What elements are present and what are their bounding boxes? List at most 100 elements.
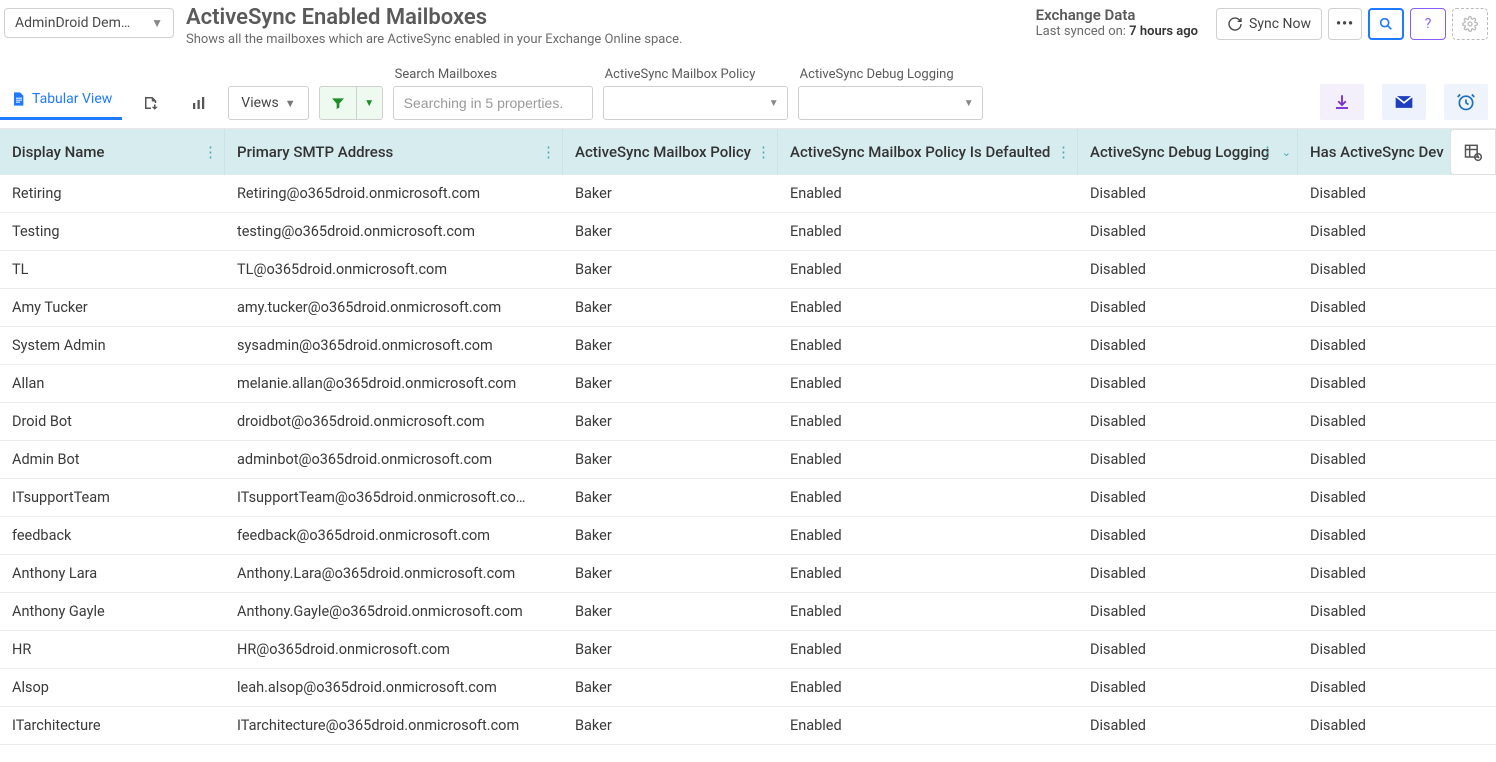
sync-sub: Last synced on: 7 hours ago — [1036, 24, 1198, 39]
gear-icon — [1462, 16, 1478, 32]
policy-select[interactable]: ▼ — [603, 86, 788, 120]
cell-defaulted: Enabled — [778, 365, 1078, 402]
table-row[interactable]: Droid Botdroidbot@o365droid.onmicrosoft.… — [0, 403, 1496, 441]
column-menu-icon[interactable]: ⋮ — [756, 143, 771, 161]
cell-debug: Disabled — [1078, 365, 1298, 402]
table-row[interactable]: Allanmelanie.allan@o365droid.onmicrosoft… — [0, 365, 1496, 403]
debug-select[interactable]: ▼ — [798, 86, 983, 120]
sync-now-button[interactable]: Sync Now — [1216, 8, 1322, 40]
download-icon — [1333, 93, 1351, 111]
cell-debug: Disabled — [1078, 251, 1298, 288]
table-header: Display Name⋮ Primary SMTP Address ⋮ Acti… — [0, 129, 1496, 175]
table-row[interactable]: TLTL@o365droid.onmicrosoft.comBakerEnabl… — [0, 251, 1496, 289]
header-actions: Sync Now ••• ? — [1216, 8, 1488, 40]
cell-defaulted: Enabled — [778, 403, 1078, 440]
sort-icon[interactable]: ⌄ — [1282, 146, 1291, 159]
search-toggle-button[interactable] — [1368, 8, 1404, 40]
settings-button[interactable] — [1452, 8, 1488, 40]
cell-defaulted: Enabled — [778, 669, 1078, 706]
cell-display-name: ITarchitecture — [0, 707, 225, 744]
cell-debug: Disabled — [1078, 441, 1298, 478]
cell-has-device: Disabled — [1298, 251, 1496, 288]
filter-dropdown-button[interactable]: ▼ — [357, 86, 383, 120]
column-menu-icon[interactable]: ⋮ — [1260, 143, 1275, 161]
cell-debug: Disabled — [1078, 213, 1298, 250]
table-gear-icon — [1463, 142, 1483, 162]
email-button[interactable] — [1382, 84, 1426, 120]
col-smtp[interactable]: Primary SMTP Address ⋮ — [225, 129, 563, 175]
cell-policy: Baker — [563, 175, 778, 212]
cell-has-device: Disabled — [1298, 327, 1496, 364]
caret-down-icon: ▼ — [769, 98, 779, 109]
views-dropdown[interactable]: Views ▼ — [228, 86, 308, 120]
cell-defaulted: Enabled — [778, 441, 1078, 478]
cell-policy: Baker — [563, 707, 778, 744]
cell-policy: Baker — [563, 479, 778, 516]
help-button[interactable]: ? — [1410, 8, 1446, 40]
cell-has-device: Disabled — [1298, 593, 1496, 630]
cell-debug: Disabled — [1078, 289, 1298, 326]
tenant-label: AdminDroid Dem… — [15, 15, 130, 31]
filter-button[interactable] — [319, 86, 357, 120]
cell-display-name: Anthony Lara — [0, 555, 225, 592]
cell-smtp: amy.tucker@o365droid.onmicrosoft.com — [225, 289, 563, 326]
column-menu-icon[interactable]: ⋮ — [541, 143, 556, 161]
cell-debug: Disabled — [1078, 631, 1298, 668]
sync-info: Exchange Data Last synced on: 7 hours ag… — [1036, 6, 1198, 39]
table-row[interactable]: Testingtesting@o365droid.onmicrosoft.com… — [0, 213, 1496, 251]
chart-button[interactable] — [180, 86, 218, 120]
debug-field: ActiveSync Debug Logging ▼ — [798, 67, 983, 120]
schedule-button[interactable] — [1444, 84, 1488, 120]
download-button[interactable] — [1320, 84, 1364, 120]
table-row[interactable]: Amy Tuckeramy.tucker@o365droid.onmicroso… — [0, 289, 1496, 327]
cell-has-device: Disabled — [1298, 517, 1496, 554]
col-defaulted[interactable]: ActiveSync Mailbox Policy Is Defaulted⋮ — [778, 129, 1078, 175]
cell-smtp: Anthony.Lara@o365droid.onmicrosoft.com — [225, 555, 563, 592]
tenant-dropdown[interactable]: AdminDroid Dem… ▼ — [4, 8, 174, 38]
table-row[interactable]: ITarchitectureITarchitecture@o365droid.o… — [0, 707, 1496, 745]
cell-has-device: Disabled — [1298, 403, 1496, 440]
sync-title: Exchange Data — [1036, 6, 1136, 24]
filter-icon — [330, 95, 346, 111]
cell-has-device: Disabled — [1298, 631, 1496, 668]
cell-policy: Baker — [563, 403, 778, 440]
export-button[interactable] — [132, 86, 170, 120]
table-row[interactable]: System Adminsysadmin@o365droid.onmicroso… — [0, 327, 1496, 365]
tab-tabular-view[interactable]: Tabular View — [0, 83, 122, 120]
more-button[interactable]: ••• — [1328, 8, 1362, 40]
table-row[interactable]: RetiringRetiring@o365droid.onmicrosoft.c… — [0, 175, 1496, 213]
table-row[interactable]: Alsopleah.alsop@o365droid.onmicrosoft.co… — [0, 669, 1496, 707]
table-row[interactable]: ITsupportTeamITsupportTeam@o365droid.onm… — [0, 479, 1496, 517]
cell-display-name: System Admin — [0, 327, 225, 364]
cell-debug: Disabled — [1078, 555, 1298, 592]
cell-has-device: Disabled — [1298, 669, 1496, 706]
policy-label: ActiveSync Mailbox Policy — [603, 67, 788, 82]
search-input[interactable] — [393, 86, 593, 120]
col-display-name[interactable]: Display Name⋮ — [0, 129, 225, 175]
column-menu-icon[interactable]: ⋮ — [1056, 143, 1071, 161]
cell-smtp: adminbot@o365droid.onmicrosoft.com — [225, 441, 563, 478]
column-settings-button[interactable] — [1450, 129, 1496, 175]
table-row[interactable]: feedbackfeedback@o365droid.onmicrosoft.c… — [0, 517, 1496, 555]
cell-policy: Baker — [563, 631, 778, 668]
cell-smtp: melanie.allan@o365droid.onmicrosoft.com — [225, 365, 563, 402]
col-debug[interactable]: ActiveSync Debug Logging⋮⌄ — [1078, 129, 1298, 175]
table-row[interactable]: Admin Botadminbot@o365droid.onmicrosoft.… — [0, 441, 1496, 479]
cell-defaulted: Enabled — [778, 707, 1078, 744]
col-label: Primary SMTP Address — [237, 143, 393, 161]
cell-display-name: TL — [0, 251, 225, 288]
cell-smtp: ITsupportTeam@o365droid.onmicrosoft.co… — [225, 479, 563, 516]
cell-debug: Disabled — [1078, 175, 1298, 212]
cell-debug: Disabled — [1078, 327, 1298, 364]
table-row[interactable]: HRHR@o365droid.onmicrosoft.comBakerEnabl… — [0, 631, 1496, 669]
table-row[interactable]: Anthony GayleAnthony.Gayle@o365droid.onm… — [0, 593, 1496, 631]
cell-display-name: Allan — [0, 365, 225, 402]
cell-smtp: sysadmin@o365droid.onmicrosoft.com — [225, 327, 563, 364]
table-row[interactable]: Anthony LaraAnthony.Lara@o365droid.onmic… — [0, 555, 1496, 593]
export-icon — [142, 94, 160, 112]
col-policy[interactable]: ActiveSync Mailbox Policy⋮ — [563, 129, 778, 175]
cell-display-name: HR — [0, 631, 225, 668]
top-header: AdminDroid Dem… ▼ ActiveSync Enabled Mai… — [0, 0, 1496, 47]
column-menu-icon[interactable]: ⋮ — [203, 143, 218, 161]
mail-icon — [1394, 92, 1414, 112]
